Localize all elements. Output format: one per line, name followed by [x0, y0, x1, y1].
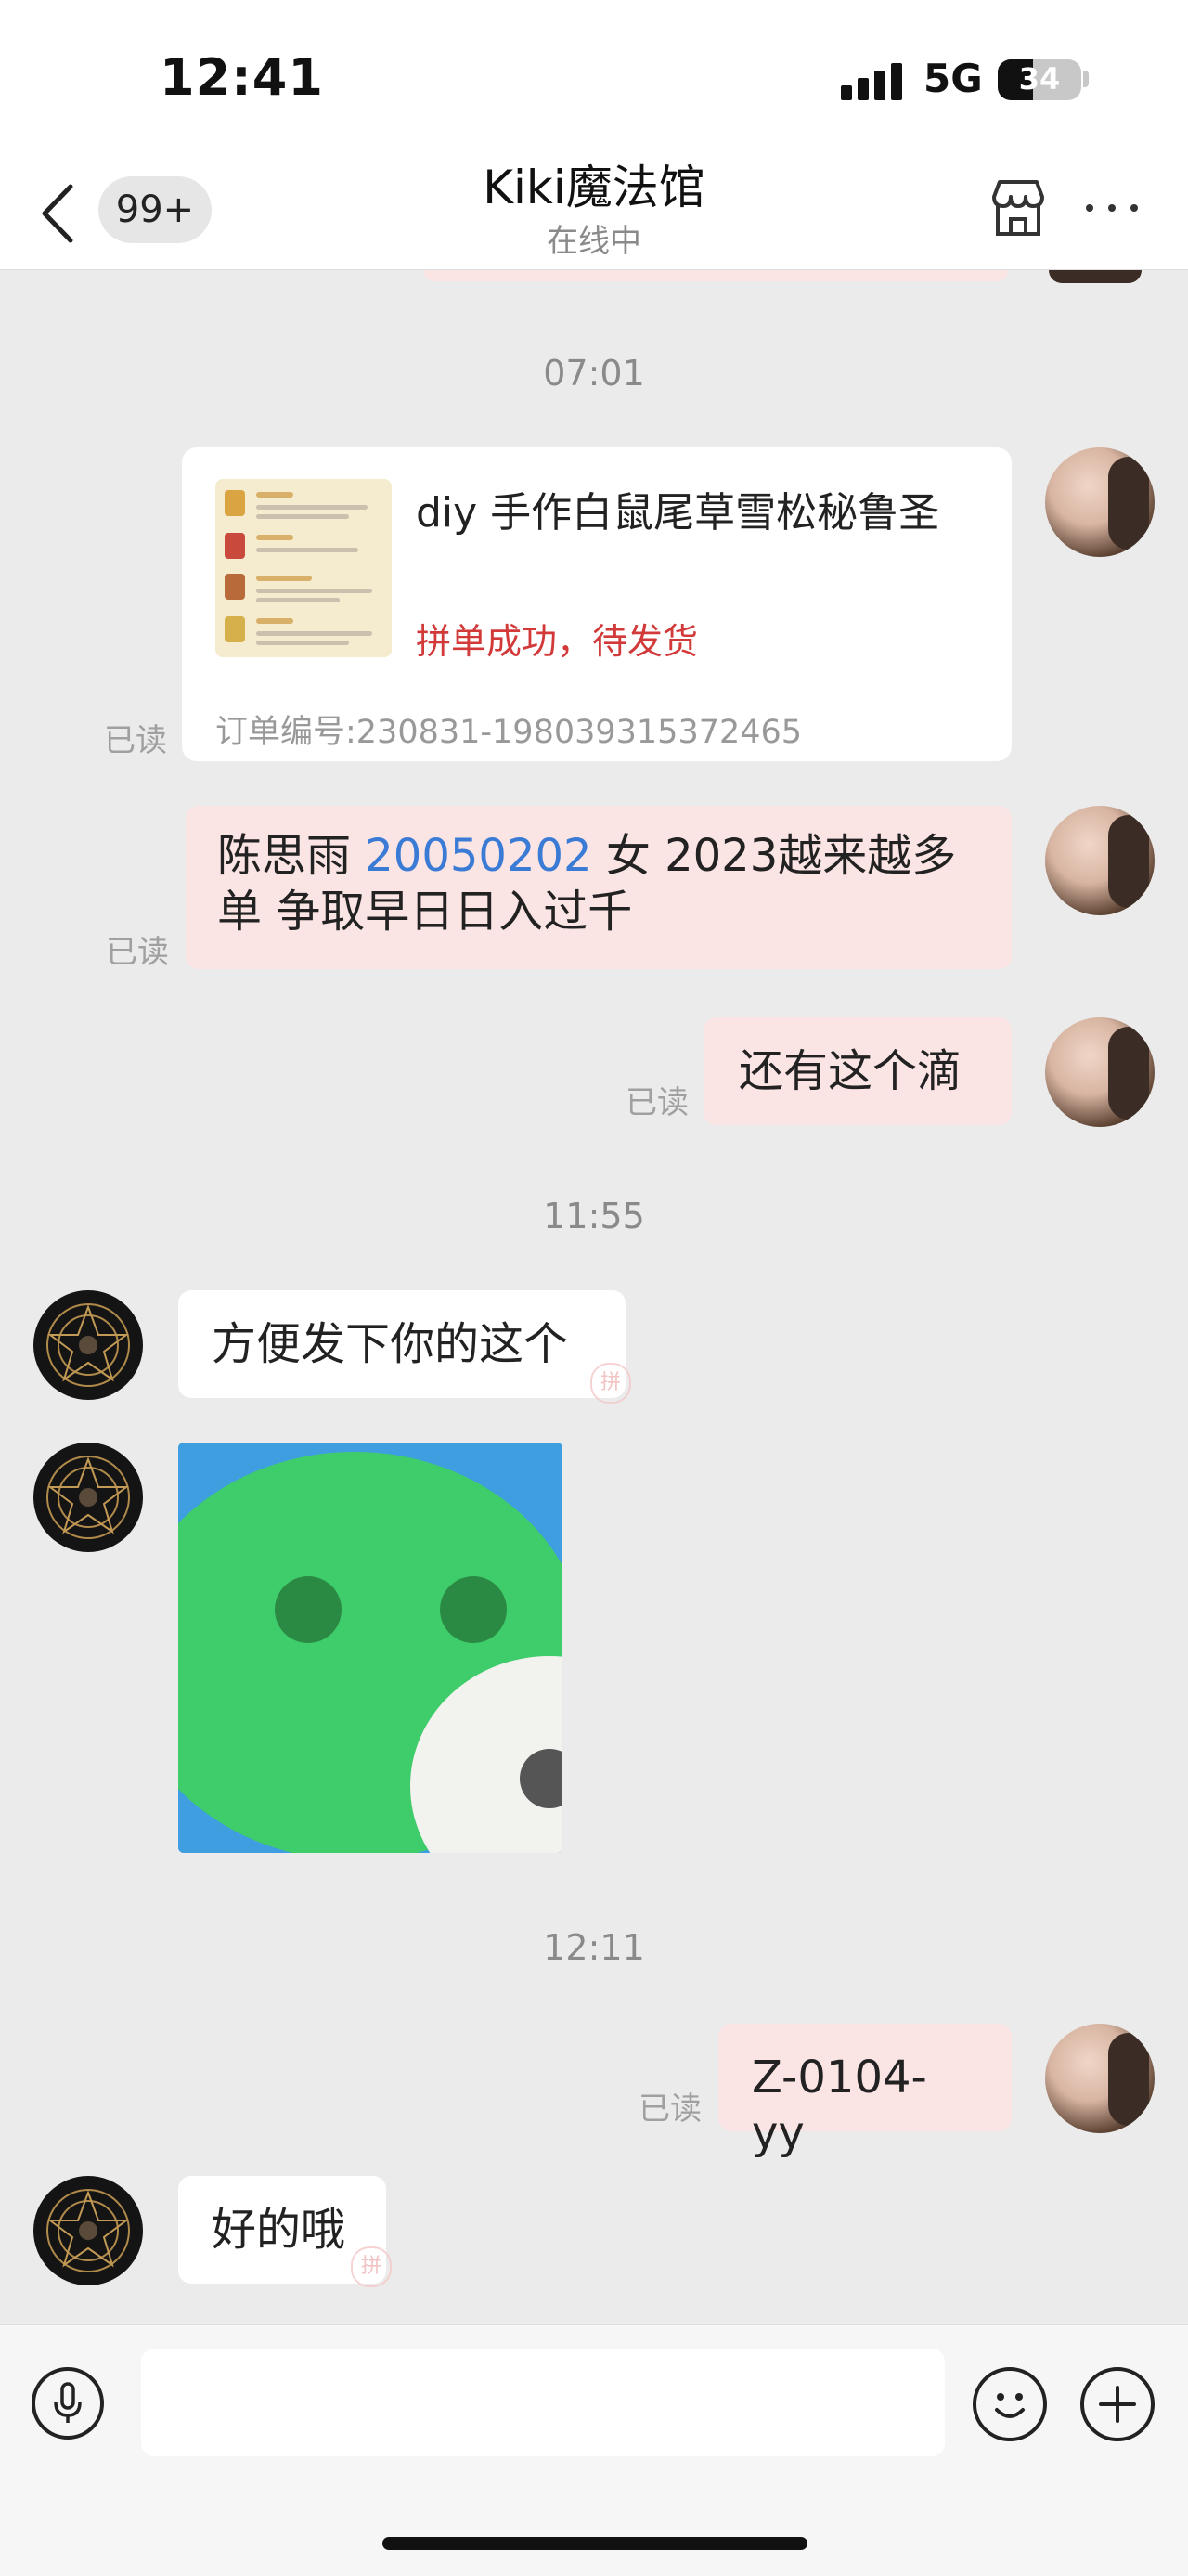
status-time: 12:41	[160, 48, 324, 107]
my-avatar[interactable]	[1045, 1017, 1155, 1127]
message-bubble[interactable]: 方便发下你的这个	[178, 1290, 626, 1398]
home-indicator[interactable]	[382, 2537, 807, 2550]
mandala-icon	[46, 2189, 130, 2272]
read-receipt: 已读	[106, 934, 169, 971]
microphone-icon[interactable]	[32, 2367, 104, 2440]
product-title: diy 手作白鼠尾草雪松秘鲁圣	[416, 489, 940, 537]
pdd-stamp-icon: 拼	[351, 2246, 392, 2287]
message-text: Z-0104-yy	[752, 2052, 927, 2159]
shop-avatar[interactable]	[33, 1290, 143, 1400]
my-avatar[interactable]	[1045, 2024, 1155, 2133]
phone-number-link[interactable]: 20050202	[365, 830, 591, 882]
battery-icon: 34	[998, 59, 1081, 100]
read-receipt: 已读	[104, 722, 167, 759]
mandala-icon	[46, 1303, 130, 1387]
previous-message-bubble	[423, 270, 1008, 281]
mic-glyph	[54, 2382, 82, 2423]
mandala-icon	[46, 1456, 130, 1539]
network-type: 5G	[923, 56, 983, 101]
message-bubble[interactable]: 陈思雨 20050202 女 2023越来越多单 争取早日日入过千	[186, 806, 1012, 969]
emoji-icon[interactable]	[973, 2367, 1047, 2441]
read-receipt: 已读	[626, 1084, 689, 1121]
message-text: 还有这个滴	[739, 1045, 962, 1097]
shop-avatar[interactable]	[33, 2176, 143, 2285]
plus-glyph	[1099, 2386, 1136, 2423]
message-bubble[interactable]: Z-0104-yy	[718, 2024, 1012, 2159]
message-bubble[interactable]: 还有这个滴	[704, 1017, 1012, 1125]
my-avatar[interactable]	[1045, 806, 1155, 915]
pdd-stamp-icon: 拼	[590, 1363, 631, 1404]
battery-level: 34	[1018, 61, 1061, 97]
smile-glyph	[995, 2393, 1025, 2418]
timestamp: 07:01	[543, 353, 645, 394]
message-text: 好的哦	[212, 2204, 346, 2256]
message-input[interactable]	[141, 2349, 945, 2456]
timestamp: 12:11	[543, 1927, 645, 1968]
timestamp: 11:55	[543, 1196, 645, 1236]
signal-icon	[841, 63, 904, 100]
shop-avatar[interactable]	[33, 1443, 143, 1552]
product-thumbnail[interactable]	[215, 479, 392, 657]
more-dots-icon[interactable]	[1086, 199, 1142, 217]
read-receipt: 已读	[639, 2091, 702, 2128]
previous-avatar	[1049, 270, 1142, 283]
store-icon[interactable]	[987, 176, 1050, 239]
order-status: 拼单成功，待发货	[416, 621, 699, 662]
app-icon-image	[178, 1443, 562, 1853]
image-message[interactable]	[178, 1443, 562, 1853]
message-text: 陈思雨	[217, 830, 366, 882]
order-number: 订单编号:230831-198039315372465	[215, 714, 803, 751]
battery-tip	[1083, 71, 1089, 87]
plus-icon[interactable]	[1080, 2367, 1155, 2441]
message-text: 方便发下你的这个	[212, 1318, 569, 1370]
my-avatar[interactable]	[1045, 447, 1155, 557]
